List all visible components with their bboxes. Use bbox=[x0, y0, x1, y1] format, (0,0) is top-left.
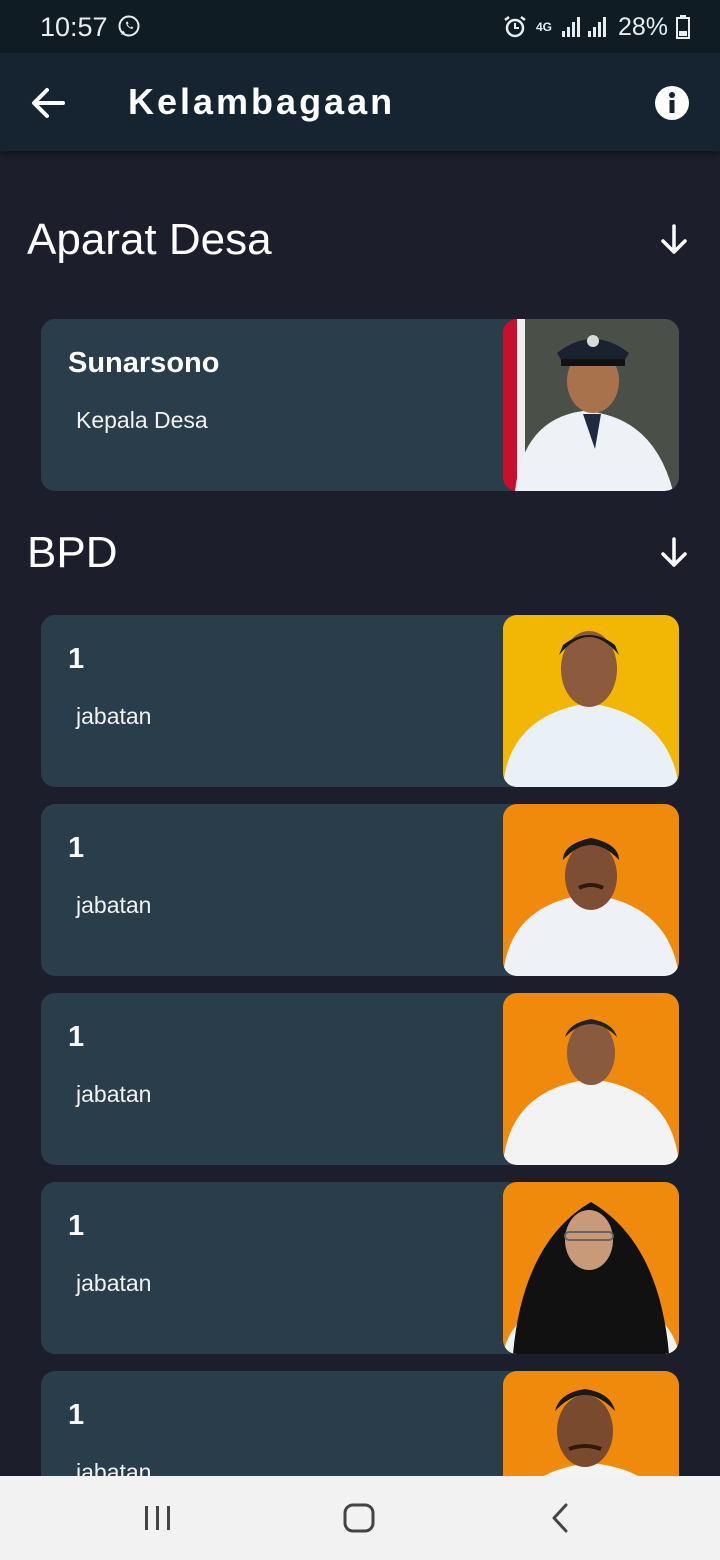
member-photo bbox=[503, 615, 679, 787]
member-card[interactable]: 1 jabatan bbox=[41, 993, 679, 1165]
member-photo bbox=[503, 1371, 679, 1476]
member-photo bbox=[503, 804, 679, 976]
official-name: Sunarsono bbox=[68, 347, 220, 379]
back-nav-icon[interactable] bbox=[541, 1498, 581, 1538]
whatsapp-icon bbox=[118, 15, 140, 37]
status-bar: 10:57 4G 28% bbox=[0, 0, 720, 53]
content-scroll[interactable]: Aparat Desa Sunarsono Kepala Desa BPD 1 … bbox=[0, 151, 720, 1476]
member-name: 1 bbox=[68, 1021, 85, 1053]
member-card[interactable]: 1 jabatan bbox=[41, 1371, 679, 1476]
alarm-icon bbox=[504, 16, 526, 38]
official-photo bbox=[503, 319, 679, 491]
member-card[interactable]: 1 jabatan bbox=[41, 1182, 679, 1354]
info-icon[interactable] bbox=[654, 85, 690, 121]
member-role: jabatan bbox=[76, 1081, 152, 1107]
section-header-bpd[interactable]: BPD bbox=[0, 510, 720, 590]
member-role: jabatan bbox=[76, 892, 152, 918]
member-role: jabatan bbox=[76, 1270, 152, 1296]
section-header-aparat-desa[interactable]: Aparat Desa bbox=[0, 197, 720, 277]
arrow-down-icon[interactable] bbox=[657, 223, 691, 257]
official-role: Kepala Desa bbox=[76, 407, 208, 433]
network-type: 4G bbox=[535, 20, 552, 34]
app-bar: Kelambagaan bbox=[0, 53, 720, 151]
home-icon[interactable] bbox=[339, 1498, 379, 1538]
back-arrow-icon[interactable] bbox=[30, 86, 66, 120]
section-title: Aparat Desa bbox=[27, 215, 272, 264]
member-name: 1 bbox=[68, 1399, 85, 1431]
recent-apps-icon[interactable] bbox=[138, 1498, 178, 1538]
member-role: jabatan bbox=[76, 1459, 152, 1476]
battery-percent: 28% bbox=[617, 12, 668, 41]
member-card[interactable]: 1 jabatan bbox=[41, 804, 679, 976]
member-photo bbox=[503, 1182, 679, 1354]
member-role: jabatan bbox=[76, 703, 152, 729]
status-icons: 4G 28% bbox=[502, 12, 690, 42]
battery-icon bbox=[676, 15, 690, 39]
member-name: 1 bbox=[68, 643, 85, 675]
arrow-down-icon[interactable] bbox=[657, 536, 691, 570]
signal-icon bbox=[561, 17, 606, 37]
official-card-kepala-desa[interactable]: Sunarsono Kepala Desa bbox=[41, 319, 679, 491]
member-name: 1 bbox=[68, 832, 85, 864]
member-name: 1 bbox=[68, 1210, 85, 1242]
section-title: BPD bbox=[27, 528, 118, 577]
member-card[interactable]: 1 jabatan bbox=[41, 615, 679, 787]
page-title: Kelambagaan bbox=[128, 81, 396, 122]
status-time: 10:57 bbox=[40, 12, 108, 42]
member-photo bbox=[503, 993, 679, 1165]
system-nav-bar bbox=[0, 1476, 720, 1560]
